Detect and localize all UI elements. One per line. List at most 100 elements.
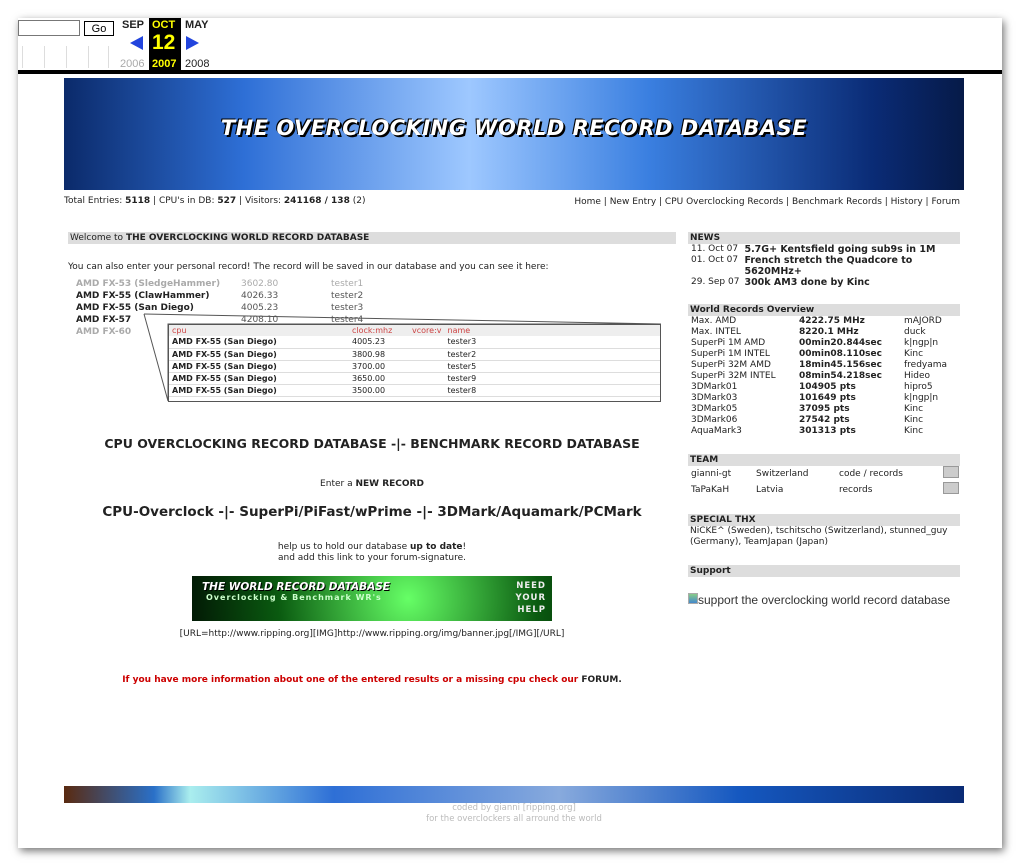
next-month[interactable]: MAY xyxy=(185,19,208,31)
nav-benchmark-records[interactable]: Benchmark Records xyxy=(792,197,882,207)
record-row-cell: 18min45.156sec xyxy=(799,360,882,370)
popup-row: AMD FX-55 (San Diego) 3650.00 tester9 xyxy=(169,372,660,385)
record-row-cell: Kinc xyxy=(904,426,924,436)
site-stats: Total Entries: 5118 | CPU's in DB: 527 |… xyxy=(64,196,366,206)
demo-records-image: AMD FX-53 (SledgeHammer) 3602.80 tester1 AM… xyxy=(74,279,662,407)
go-button[interactable]: Go xyxy=(84,21,114,36)
record-row-cell: 4222.75 MHz xyxy=(799,316,865,326)
popup-row-cell xyxy=(409,384,445,397)
banner-title: THE OVERCLOCKING WORLD RECORD DATABASE xyxy=(220,116,808,140)
team-icon[interactable] xyxy=(943,482,959,494)
record-row-cell: hipro5 xyxy=(904,382,933,392)
popup-row-cell: tester5 xyxy=(444,360,660,373)
welcome-header: Welcome to THE OVERCLOCKING WORLD RECORD… xyxy=(68,232,676,244)
popup-row-cell xyxy=(409,360,445,373)
main-column: Welcome to THE OVERCLOCKING WORLD RECORD… xyxy=(64,232,680,685)
demo-popup-table: cpu clock:mhz vcore:v name AMD FX-55 (San Di… xyxy=(168,324,661,402)
popup-row-cell: AMD FX-55 (San Diego) xyxy=(169,372,349,385)
nav-history[interactable]: History xyxy=(891,197,923,207)
signature-code[interactable]: [URL=http://www.ripping.org][IMG]http://… xyxy=(64,629,680,639)
record-row-cell: Kinc xyxy=(904,415,924,425)
help-text: help us to hold our database up to date!… xyxy=(277,542,467,563)
database-links: CPU OVERCLOCKING RECORD DATABASE -|- BEN… xyxy=(104,436,640,451)
team-row-cell: gianni-gt xyxy=(691,468,732,479)
popup-row-cell: 3700.00 xyxy=(349,360,409,373)
record-row: SuperPi 1M INTEL 00min08.110sec Kinc xyxy=(690,349,950,360)
team-row-cell: TaPaKaH xyxy=(691,484,730,495)
record-row: 3DMark03 101649 pts k|ngp|n xyxy=(690,393,950,404)
next-arrow-icon[interactable] xyxy=(186,36,199,50)
popup-row-cell xyxy=(409,336,445,349)
record-row-cell: Max. AMD xyxy=(691,316,737,326)
team-row: TaPaKaH Latvia records xyxy=(690,482,960,498)
record-row: AquaMark3 301313 pts Kinc xyxy=(690,426,950,437)
popup-row-cell: 3500.00 xyxy=(349,384,409,397)
current-day: 12 xyxy=(152,31,176,54)
popup-header: name xyxy=(444,325,660,336)
popup-row: AMD FX-55 (San Diego) 3700.00 tester5 xyxy=(169,360,660,373)
nav-home[interactable]: Home xyxy=(574,197,601,207)
record-row: SuperPi 32M AMD 18min45.156sec fredyama xyxy=(690,360,950,371)
record-row-cell: 104905 pts xyxy=(799,382,856,392)
prev-year[interactable]: 2006 xyxy=(120,58,144,70)
superpi-link[interactable]: SuperPi/PiFast/wPrime xyxy=(239,504,412,520)
popup-row: AMD FX-55 (San Diego) 3500.00 tester8 xyxy=(169,384,660,397)
news-item-cell: 11. Oct 07 xyxy=(691,244,739,254)
current-year: 2007 xyxy=(152,58,177,70)
popup-header: cpu xyxy=(169,325,349,336)
popup-row-cell xyxy=(409,348,445,361)
footer: coded by gianni [ripping.org] for the ove… xyxy=(426,803,602,824)
record-row-cell: 37095 pts xyxy=(799,404,850,414)
record-row-cell: AquaMark3 xyxy=(691,426,742,436)
record-row-cell: 08min54.218sec xyxy=(799,371,882,381)
cpu-overclock-link[interactable]: CPU-Overclock xyxy=(102,504,213,520)
record-row-cell: k|ngp|n xyxy=(904,393,939,403)
team-row-cell: code / records xyxy=(839,468,903,479)
popup-row-cell: tester8 xyxy=(444,384,660,397)
main-nav: Home | New Entry | CPU Overclocking Reco… xyxy=(574,197,960,207)
news-item-cell: 29. Sep 07 xyxy=(691,277,740,287)
news-item-cell: 01. Oct 07 xyxy=(691,255,739,265)
next-year[interactable]: 2008 xyxy=(185,58,209,70)
record-row: 3DMark05 37095 pts Kinc xyxy=(690,404,950,415)
popup-row-cell: AMD FX-55 (San Diego) xyxy=(169,360,349,373)
support-image[interactable]: support the overclocking world record da… xyxy=(688,593,960,607)
cpu-database-link[interactable]: CPU OVERCLOCKING RECORD DATABASE xyxy=(104,436,386,451)
nav-forum[interactable]: Forum xyxy=(931,197,960,207)
support-header: Support xyxy=(688,565,960,577)
intro-text: You can also enter your personal record!… xyxy=(68,262,549,272)
record-row-cell: fredyama xyxy=(904,360,948,370)
popup-header: clock:mhz xyxy=(349,325,409,336)
record-row-cell: 3DMark06 xyxy=(691,415,738,425)
prev-month[interactable]: SEP xyxy=(122,19,144,31)
signature-banner[interactable]: THE WORLD RECORD DATABASE Overclocking &… xyxy=(192,576,552,621)
record-row-cell: mAJORD xyxy=(904,316,942,326)
url-input[interactable] xyxy=(18,20,80,36)
team-row-cell: Switzerland xyxy=(756,468,809,479)
record-row-cell: Hideo xyxy=(904,371,931,381)
record-row-cell: duck xyxy=(904,327,926,337)
thx-header: SPECIAL THX xyxy=(688,514,960,526)
popup-row: AMD FX-55 (San Diego) 3800.98 tester2 xyxy=(169,348,660,361)
record-row-cell: 00min08.110sec xyxy=(799,349,882,359)
records-header: World Records Overview xyxy=(688,304,960,316)
record-row: Max. INTEL 8220.1 MHz duck xyxy=(690,327,950,338)
forum-link[interactable]: FORUM xyxy=(581,675,618,685)
news-item-cell: French stretch the Quadcore to 5620MHz+ xyxy=(744,255,913,277)
record-row: 3DMark06 27542 pts Kinc xyxy=(690,415,950,426)
forum-info: If you have more information about one o… xyxy=(122,675,622,685)
popup-row-cell: AMD FX-55 (San Diego) xyxy=(169,336,349,349)
record-row-cell: 3DMark05 xyxy=(691,404,738,414)
nav-cpu-records[interactable]: CPU Overclocking Records xyxy=(665,197,783,207)
benchmark-database-link[interactable]: BENCHMARK RECORD DATABASE xyxy=(410,436,639,451)
team-row-cell: records xyxy=(839,484,873,495)
new-record-link[interactable]: NEW RECORD xyxy=(355,479,423,489)
news-item: 01. Oct 07 French stretch the Quadcore to… xyxy=(690,255,960,277)
nav-new-entry[interactable]: New Entry xyxy=(610,197,656,207)
3dmark-link[interactable]: 3DMark/Aquamark/PCMark xyxy=(437,504,641,520)
record-row: Max. AMD 4222.75 MHz mAJORD xyxy=(690,316,950,327)
news-item-cell: 300k AM3 done by Kinc xyxy=(744,277,870,288)
prev-arrow-icon[interactable] xyxy=(130,36,143,50)
news-item-cell: 5.7G+ Kentsfield going sub9s in 1M xyxy=(744,244,936,255)
team-icon[interactable] xyxy=(943,466,959,478)
